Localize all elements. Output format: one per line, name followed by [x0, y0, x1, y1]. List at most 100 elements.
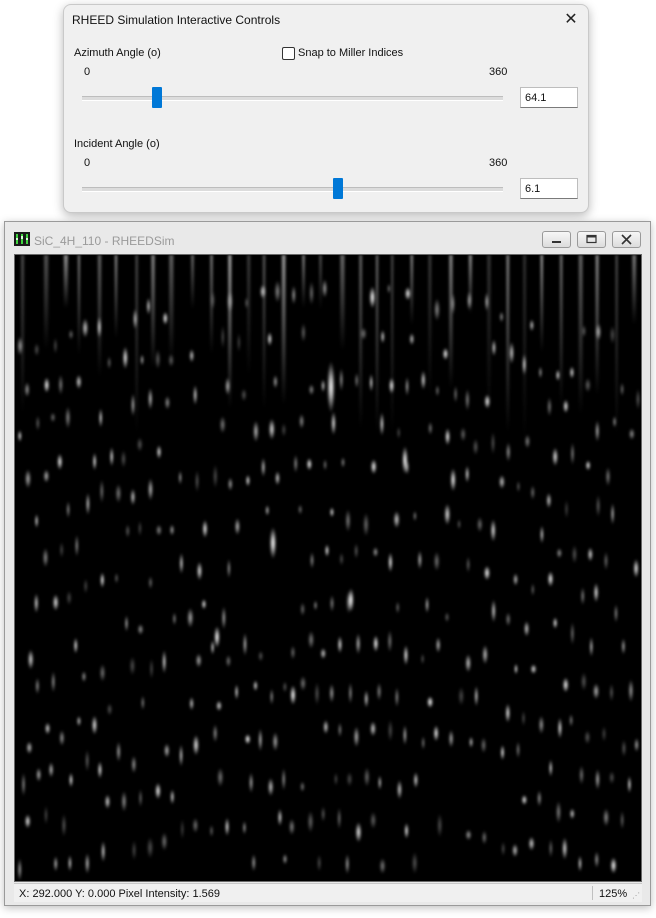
diffraction-spot [396, 779, 403, 800]
rheed-pattern-canvas[interactable] [14, 254, 642, 882]
diffraction-spot [570, 622, 575, 645]
resize-grip-icon[interactable]: ⋰ [632, 892, 640, 900]
close-icon[interactable]: ✕ [560, 9, 582, 31]
azimuth-label: Azimuth Angle (o) [74, 47, 161, 59]
image-titlebar[interactable]: SiC_4H_110 - RHEEDSim [5, 222, 650, 252]
diffraction-spot [121, 790, 127, 812]
diffraction-spot [592, 683, 600, 700]
diffraction-spot [73, 637, 78, 654]
diffraction-spot [210, 640, 215, 655]
diffraction-spot [275, 471, 280, 486]
azimuth-slider-thumb[interactable] [151, 87, 162, 108]
diffraction-streak [114, 255, 118, 339]
azimuth-slider-track[interactable] [82, 96, 503, 101]
diffraction-spot [125, 524, 130, 538]
diffraction-spot [59, 730, 65, 746]
diffraction-spot [189, 348, 195, 363]
diffraction-spot [69, 772, 73, 788]
diffraction-spot [387, 283, 391, 294]
diffraction-spot [234, 517, 241, 536]
diffraction-spot [378, 775, 382, 790]
diffraction-spot [345, 853, 350, 875]
diffraction-spot [595, 323, 602, 341]
diffraction-spot [420, 370, 426, 390]
diffraction-spot [237, 332, 241, 353]
diffraction-spot [621, 638, 626, 655]
rheed-pattern-icon [14, 232, 30, 246]
snap-checkbox[interactable] [282, 47, 295, 60]
diffraction-spot [369, 286, 376, 309]
azimuth-value-input[interactable] [520, 87, 578, 108]
diffraction-streak [632, 255, 637, 325]
diffraction-spot [131, 755, 137, 774]
diffraction-spot [555, 800, 562, 824]
maximize-icon[interactable] [577, 231, 606, 248]
diffraction-spot [584, 730, 591, 745]
diffraction-spot [42, 547, 49, 568]
diffraction-spot [450, 468, 456, 492]
minimize-icon[interactable] [542, 231, 571, 248]
diffraction-spot [301, 323, 306, 343]
diffraction-spot [620, 810, 624, 830]
diffraction-spot [196, 561, 203, 581]
rheed-pattern-image [15, 255, 641, 881]
azimuth-max-label: 360 [489, 66, 508, 78]
diffraction-spot [490, 519, 496, 542]
diffraction-spot [457, 519, 461, 530]
incident-slider-track[interactable] [82, 187, 503, 192]
diffraction-spot [444, 503, 451, 526]
diffraction-spot [448, 729, 454, 748]
diffraction-spot [513, 573, 519, 586]
diffraction-streak [506, 255, 510, 433]
diffraction-streak [135, 255, 138, 433]
diffraction-spot [509, 341, 515, 365]
controls-dialog: RHEED Simulation Interactive Controls ✕ … [63, 4, 589, 213]
diffraction-spot [547, 571, 554, 587]
diffraction-spot [348, 682, 353, 704]
diffraction-spot [172, 612, 177, 626]
diffraction-spot [413, 771, 419, 789]
diffraction-spot [323, 719, 329, 735]
diffraction-spot [195, 470, 200, 493]
diffraction-spot [596, 494, 601, 518]
diffraction-spot [354, 372, 359, 389]
diffraction-streak [340, 255, 345, 351]
diffraction-spot [376, 682, 382, 701]
diffraction-spot [258, 728, 263, 752]
controls-titlebar[interactable]: RHEED Simulation Interactive Controls ✕ [64, 5, 588, 35]
diffraction-spot [404, 286, 412, 301]
diffraction-spot [555, 369, 561, 382]
diffraction-spot [85, 749, 90, 772]
diffraction-spot [155, 782, 161, 800]
diffraction-spot [253, 420, 259, 443]
diffraction-spot [472, 438, 479, 456]
diffraction-spot [563, 399, 569, 414]
diffraction-spot [628, 679, 634, 703]
diffraction-spot [43, 377, 50, 393]
diffraction-spot [155, 349, 161, 370]
diffraction-spot [268, 418, 275, 440]
diffraction-spot [288, 818, 295, 836]
diffraction-spot-bright [402, 446, 408, 474]
diffraction-spot [580, 672, 587, 691]
diffraction-streak [281, 255, 286, 405]
diffraction-spot [131, 840, 137, 861]
diffraction-spot [491, 599, 496, 623]
diffraction-spot [484, 394, 491, 409]
diffraction-spot [129, 656, 136, 676]
diffraction-spot [226, 291, 234, 312]
diffraction-spot [465, 654, 472, 673]
incident-value-input[interactable] [520, 178, 578, 199]
close-window-icon[interactable] [612, 231, 641, 248]
diffraction-spot [221, 606, 226, 630]
diffraction-spot [241, 388, 247, 402]
diffraction-spot [421, 653, 425, 665]
diffraction-streak [247, 255, 251, 376]
diffraction-spot [53, 337, 58, 354]
diffraction-streak [43, 255, 49, 350]
snap-label[interactable]: Snap to Miller Indices [298, 47, 403, 59]
diffraction-spot [59, 541, 64, 558]
diffraction-spot [549, 759, 553, 777]
incident-slider-thumb[interactable] [332, 178, 343, 199]
diffraction-spot [425, 596, 429, 614]
